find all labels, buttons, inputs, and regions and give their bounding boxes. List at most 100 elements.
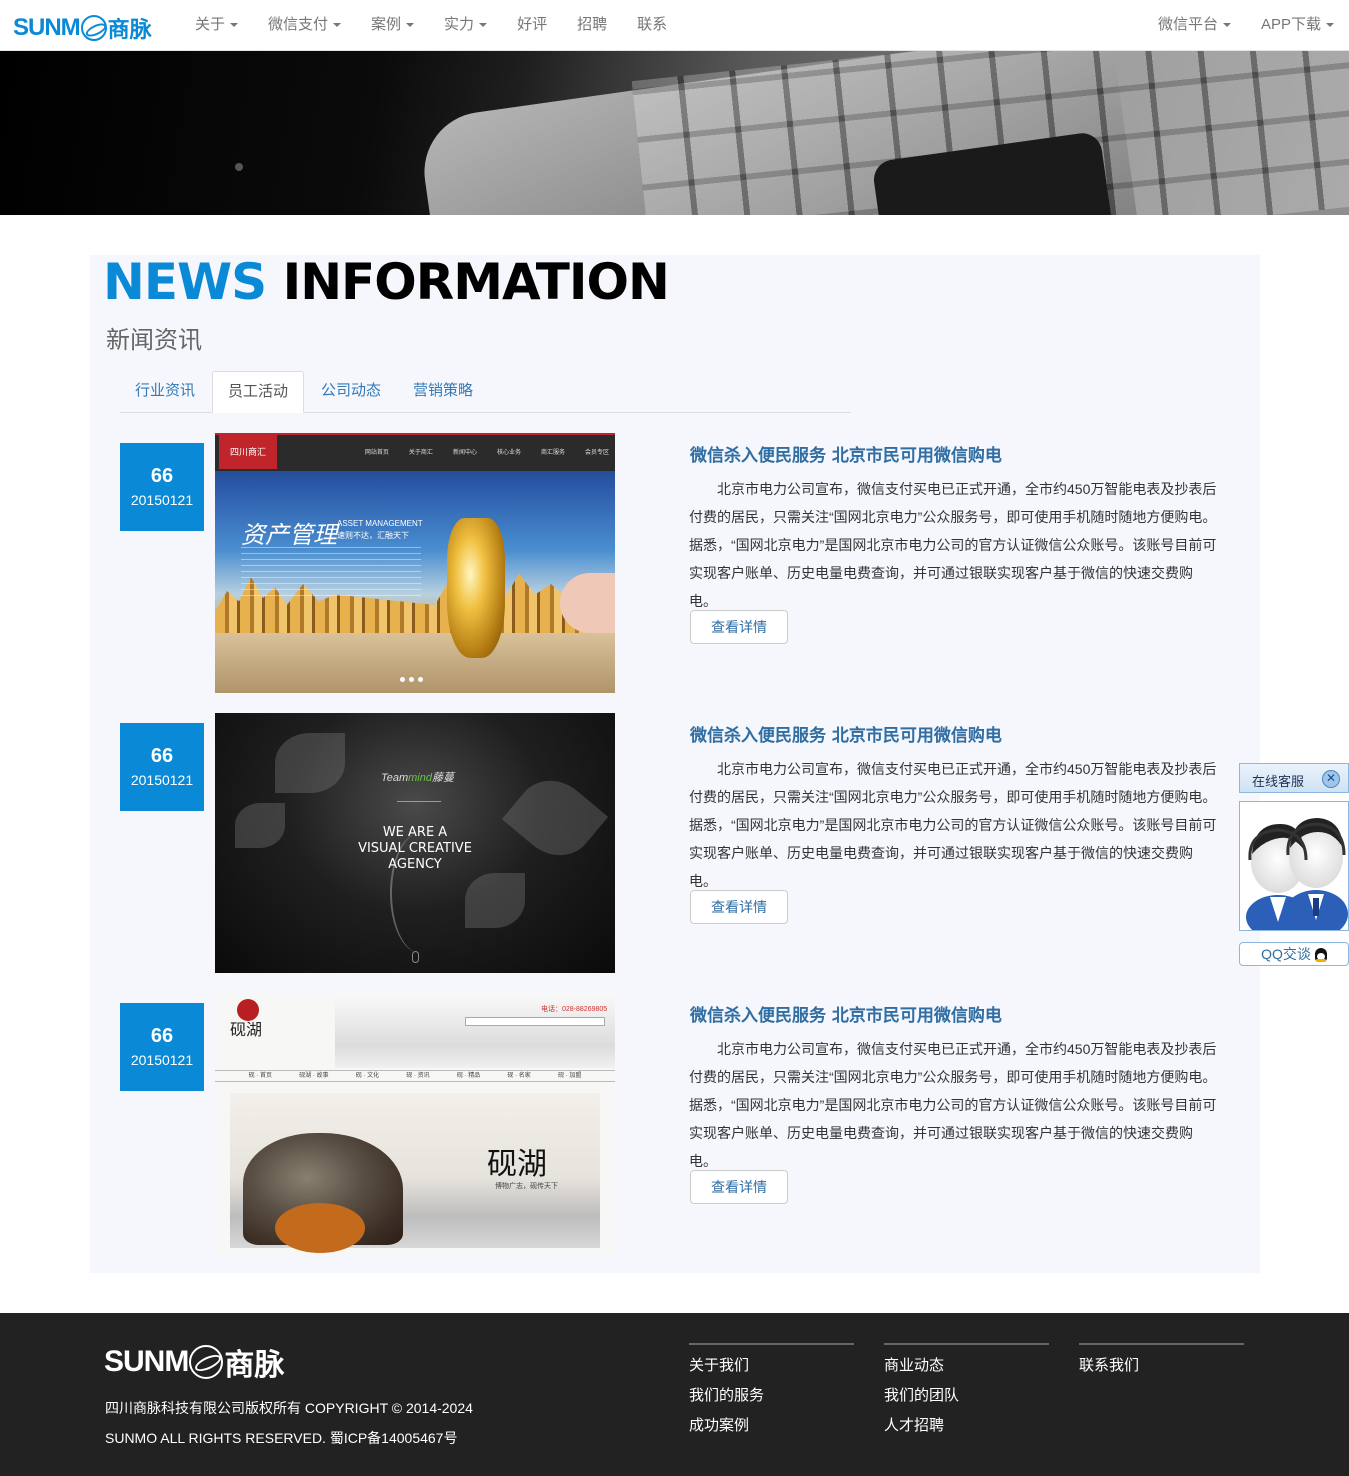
golden-vase bbox=[447, 518, 505, 658]
footer-link-team[interactable]: 我们的团队 bbox=[884, 1381, 1049, 1411]
leaf-shape bbox=[235, 803, 285, 848]
close-icon[interactable]: ✕ bbox=[1322, 770, 1340, 788]
date-badge: 66 20150121 bbox=[120, 1003, 204, 1091]
brand-underline bbox=[397, 801, 441, 802]
thumb-en-title: ASSET MANAGEMENT bbox=[337, 519, 423, 528]
news-thumbnail[interactable]: 砚湖 电话：028-88269805 砚 · 首页 砚湖 · 故事 砚 · 文化… bbox=[215, 993, 615, 1253]
caret-down-icon bbox=[230, 23, 239, 28]
nav-item-about[interactable]: 关于 bbox=[180, 0, 253, 50]
scroll-down-icon bbox=[412, 951, 419, 963]
navbar: SUNM 商脉 关于 微信支付 案例 实力 好评 招聘 联系 微信平台 APP下… bbox=[0, 0, 1349, 51]
qq-chat-label: QQ交谈 bbox=[1261, 946, 1311, 962]
caret-down-icon bbox=[479, 23, 488, 28]
date-text: 20150121 bbox=[130, 772, 194, 788]
footer-link-recruitment[interactable]: 人才招聘 bbox=[884, 1411, 1049, 1441]
nav-label: 联系 bbox=[637, 16, 668, 33]
thumb-menu-item: 核心业务 bbox=[496, 450, 521, 456]
thumb-cn-title: 资产管理 bbox=[241, 521, 337, 549]
logo-cn: 商脉 bbox=[224, 1349, 285, 1382]
footer-link-cases[interactable]: 成功案例 bbox=[689, 1411, 854, 1441]
thumb-menu-item: 关于商汇 bbox=[408, 450, 433, 456]
footer-link-contact[interactable]: 联系我们 bbox=[1079, 1351, 1244, 1381]
tagline-line: AGENCY bbox=[388, 857, 442, 872]
thumb-menu-item: 砚 · 名家 bbox=[507, 1073, 531, 1079]
nav-label: 微信平台 bbox=[1157, 16, 1218, 33]
nav-item-wechat-platform[interactable]: 微信平台 bbox=[1143, 0, 1246, 50]
qq-chat-button[interactable]: QQ交谈 bbox=[1239, 942, 1349, 966]
thumb-menu-item: 会员专区 bbox=[584, 450, 609, 456]
view-details-button[interactable]: 查看详情 bbox=[690, 1170, 788, 1204]
news-item: 66 20150121 四川商汇 网站首页 关于商汇 新闻中心 核心业务 商汇服… bbox=[120, 433, 1230, 693]
globe-icon bbox=[80, 15, 107, 41]
view-details-button[interactable]: 查看详情 bbox=[690, 890, 788, 924]
thumb-menu-item: 商汇服务 bbox=[540, 450, 565, 456]
thumb-slogan: 博物广志，砚传天下 bbox=[495, 1183, 558, 1190]
footer-column-1: 关于我们 我们的服务 成功案例 bbox=[689, 1343, 854, 1441]
thumb-brand: Teammind藤蔓 bbox=[381, 769, 454, 785]
news-description: 北京市电力公司宣布，微信支付买电已正式开通，全市约450万智能电表及抄表后付费的… bbox=[689, 481, 1217, 609]
date-number: 66 bbox=[150, 1025, 174, 1047]
nav-label: 微信支付 bbox=[268, 16, 329, 33]
penguin-icon bbox=[1314, 948, 1327, 963]
online-service-header: 在线客服 ✕ bbox=[1239, 763, 1349, 793]
nav-item-app-download[interactable]: APP下载 bbox=[1246, 0, 1349, 50]
brand-part: 藤蔓 bbox=[431, 772, 454, 784]
nav-item-cases[interactable]: 案例 bbox=[356, 0, 429, 50]
news-tabs: 行业资讯 员工活动 公司动态 营销策略 bbox=[120, 371, 851, 413]
brand-logo[interactable]: SUNM 商脉 bbox=[13, 12, 152, 44]
thumb-subtitle: 速则不达，汇融天下 bbox=[337, 531, 409, 540]
date-text: 20150121 bbox=[130, 492, 194, 508]
news-thumbnail[interactable]: 四川商汇 网站首页 关于商汇 新闻中心 核心业务 商汇服务 会员专区 资产管理 … bbox=[215, 433, 615, 693]
nav-label: APP下载 bbox=[1260, 16, 1321, 33]
thumb-menu-item: 砚 · 文化 bbox=[355, 1073, 380, 1079]
date-badge: 66 20150121 bbox=[120, 443, 204, 531]
nav-menu-right: 微信平台 APP下载 bbox=[1143, 0, 1349, 50]
section-heading: NEWS INFORMATION bbox=[103, 253, 670, 311]
footer-column-3: 联系我们 bbox=[1079, 1343, 1244, 1381]
news-thumbnail[interactable]: Teammind藤蔓 WE ARE A VISUAL CREATIVE AGEN… bbox=[215, 713, 615, 973]
news-title[interactable]: 微信杀入便民服务 北京市民可用微信购电 bbox=[690, 441, 1002, 466]
nav-item-reviews[interactable]: 好评 bbox=[502, 0, 562, 50]
copyright-line-1: 四川商脉科技有限公司版权所有 COPYRIGHT © 2014-2024 bbox=[105, 1400, 473, 1416]
carousel-dots bbox=[400, 677, 423, 682]
tab-marketing-strategy[interactable]: 营销策略 bbox=[398, 371, 488, 413]
news-title[interactable]: 微信杀入便民服务 北京市民可用微信购电 bbox=[690, 721, 1002, 746]
footer-link-services[interactable]: 我们的服务 bbox=[689, 1381, 854, 1411]
logo-text: SUNM bbox=[104, 1345, 189, 1378]
thumb-menu-item: 砚 · 加盟 bbox=[557, 1073, 582, 1079]
online-service-title: 在线客服 bbox=[1252, 774, 1305, 789]
footer-link-business-news[interactable]: 商业动态 bbox=[884, 1351, 1049, 1381]
news-item: 66 20150121 砚湖 电话：028-88269805 砚 · 首页 砚湖… bbox=[120, 993, 1230, 1253]
view-details-button[interactable]: 查看详情 bbox=[690, 610, 788, 644]
nav-item-contact[interactable]: 联系 bbox=[622, 0, 682, 50]
nav-menu-left: 关于 微信支付 案例 实力 好评 招聘 联系 bbox=[180, 0, 682, 50]
logo-text: SUNM bbox=[13, 14, 81, 41]
footer-link-about[interactable]: 关于我们 bbox=[689, 1351, 854, 1381]
hero-banner bbox=[0, 51, 1349, 215]
nav-label: 案例 bbox=[371, 16, 402, 33]
footer bbox=[0, 1313, 1349, 1476]
tagline-line: VISUAL CREATIVE bbox=[358, 841, 472, 856]
thumb-big-title: 砚湖 bbox=[487, 1147, 547, 1182]
camera-dot bbox=[235, 163, 243, 171]
nav-item-jobs[interactable]: 招聘 bbox=[562, 0, 622, 50]
leaf-shape bbox=[275, 733, 345, 793]
thumb-search-box bbox=[465, 1017, 605, 1026]
nav-item-wechat-pay[interactable]: 微信支付 bbox=[253, 0, 356, 50]
brand-part: mind bbox=[408, 772, 432, 784]
heading-information: INFORMATION bbox=[282, 253, 670, 311]
nav-item-strength[interactable]: 实力 bbox=[429, 0, 502, 50]
thumb-menu-item: 砚 · 资讯 bbox=[406, 1073, 430, 1079]
tab-company-news[interactable]: 公司动态 bbox=[306, 371, 396, 413]
nav-label: 招聘 bbox=[577, 16, 608, 33]
thumb-menu-item: 砚湖 · 故事 bbox=[299, 1073, 329, 1079]
leaf-shape bbox=[465, 873, 525, 928]
brand-part: Team bbox=[381, 772, 409, 784]
caret-down-icon bbox=[333, 23, 342, 28]
caret-down-icon bbox=[1222, 23, 1231, 28]
tab-industry-news[interactable]: 行业资讯 bbox=[120, 371, 210, 413]
news-title[interactable]: 微信杀入便民服务 北京市民可用微信购电 bbox=[690, 1001, 1002, 1026]
footer-logo[interactable]: SUNM 商脉 bbox=[104, 1340, 284, 1384]
customer-service-icon bbox=[1246, 818, 1348, 930]
tab-staff-activities[interactable]: 员工活动 bbox=[212, 371, 305, 413]
